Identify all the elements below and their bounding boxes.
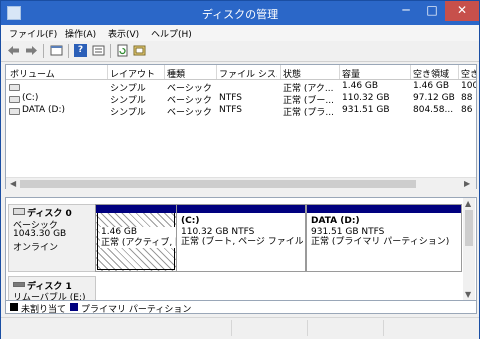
toolbar-separator	[68, 44, 69, 58]
partition-c[interactable]: (C:) 110.32 GB NTFS 正常 (ブート, ページ ファイル, ク	[176, 204, 306, 272]
volume-list[interactable]: ボリューム レイアウト 種類 ファイル シス... 状態 容量 空き領域 空き …	[5, 64, 477, 190]
pane-splitter[interactable]	[1, 189, 479, 197]
volume-status: 正常 (プラ...	[283, 108, 334, 118]
partition-system-reserved[interactable]: 1.46 GB 正常 (アクティブ, 回	[95, 204, 186, 272]
removable-disk-icon	[13, 282, 25, 287]
menu-action[interactable]: 操作(A)	[65, 27, 96, 40]
column-header-status[interactable]: 状態	[283, 67, 337, 80]
legend: 未割り当て プライマリ パーティション	[5, 300, 477, 315]
help-icon[interactable]: ?	[74, 44, 87, 57]
menu-file[interactable]: ファイル(F)	[9, 27, 57, 40]
status-bar	[1, 317, 479, 339]
disk-graphical-view: ディスク 0 ベーシック 1043.30 GB オンライン 1.46 GB 正常…	[5, 197, 477, 303]
disk-icon	[13, 208, 25, 215]
scroll-thumb[interactable]	[465, 210, 473, 246]
refresh-icon[interactable]	[116, 44, 129, 57]
partition-size: 1.46 GB	[101, 227, 138, 237]
scroll-right-icon[interactable]: ▶	[464, 179, 470, 188]
menu-bar: ファイル(F) 操作(A) 表示(V) ヘルプ(H)	[1, 25, 479, 41]
partition-size: 931.51 GB NTFS	[311, 226, 385, 237]
disk-0-state: オンライン	[13, 243, 59, 253]
toolbar-separator	[43, 44, 44, 58]
title-bar: ディスクの管理 ─ □ ✕	[1, 1, 479, 25]
table-row[interactable]: (C:) シンプル ベーシック NTFS 正常 (ブー... 110.32 GB…	[6, 93, 476, 106]
volume-capacity: 110.32 GB	[342, 93, 390, 103]
unallocated-swatch	[10, 303, 18, 311]
volume-free-space: 804.58...	[413, 105, 454, 115]
back-icon[interactable]	[7, 44, 20, 57]
partition-d[interactable]: DATA (D:) 931.51 GB NTFS 正常 (プライマリ パーティシ…	[306, 204, 462, 272]
column-header-layout[interactable]: レイアウト	[110, 67, 162, 80]
volume-free-space: 1.46 GB	[413, 81, 450, 91]
scroll-left-icon[interactable]: ◀	[10, 179, 16, 188]
disk-management-window: ディスクの管理 ─ □ ✕ ファイル(F) 操作(A) 表示(V) ヘルプ(H)…	[0, 0, 480, 339]
partition-status: 正常 (プライマリ パーティション)	[311, 237, 450, 247]
volume-free-percent: 88	[461, 93, 473, 103]
volume-free-percent: 86	[461, 105, 473, 115]
partition-label: (C:)	[181, 216, 200, 226]
volume-layout: シンプル	[110, 108, 146, 118]
disk-1-info[interactable]: ディスク 1 リムーバブル (E:)	[8, 276, 96, 302]
minimize-button[interactable]: ─	[393, 1, 419, 21]
status-cell	[383, 320, 478, 336]
drive-icon	[9, 108, 20, 115]
scroll-up-icon[interactable]: ▲	[465, 199, 471, 208]
disk-0-size: 1043.30 GB	[13, 229, 67, 239]
disk-0-info[interactable]: ディスク 0 ベーシック 1043.30 GB オンライン	[8, 204, 96, 272]
volume-free-space: 97.12 GB	[413, 93, 455, 103]
legend-primary-partition: プライマリ パーティション	[81, 305, 192, 315]
column-header-volume[interactable]: ボリューム	[10, 67, 106, 80]
volume-filesystem: NTFS	[219, 105, 242, 115]
partition-size: 110.32 GB NTFS	[181, 226, 255, 237]
view-icon[interactable]	[50, 44, 63, 57]
primary-partition-swatch	[70, 303, 78, 311]
maximize-button[interactable]: □	[419, 1, 445, 21]
volume-filesystem: NTFS	[219, 93, 242, 103]
scroll-thumb[interactable]	[20, 180, 416, 188]
table-row[interactable]: シンプル ベーシック 正常 (アク... 1.46 GB 1.46 GB 100	[6, 81, 476, 94]
status-cell	[231, 320, 308, 336]
drive-icon	[9, 84, 20, 91]
drive-icon	[9, 96, 20, 103]
volume-name: DATA (D:)	[22, 105, 66, 115]
status-cell	[307, 320, 384, 336]
toolbar-separator	[110, 44, 111, 58]
close-button[interactable]: ✕	[445, 1, 479, 21]
volume-name: (C:)	[22, 93, 39, 103]
table-row[interactable]: DATA (D:) シンプル ベーシック NTFS 正常 (プラ... 931.…	[6, 105, 476, 118]
menu-help[interactable]: ヘルプ(H)	[151, 27, 192, 40]
partition-status: 正常 (ブート, ページ ファイル, ク	[181, 237, 303, 247]
properties-icon[interactable]	[92, 44, 105, 57]
partition-status: 正常 (アクティブ, 回	[101, 237, 185, 248]
volume-type: ベーシック	[167, 108, 212, 118]
menu-view[interactable]: 表示(V)	[108, 27, 139, 40]
forward-icon[interactable]	[25, 44, 38, 57]
partition-label: DATA (D:)	[311, 216, 360, 226]
toolbar: ?	[1, 41, 479, 62]
settings-icon[interactable]	[133, 44, 146, 57]
column-header-type[interactable]: 種類	[167, 67, 215, 80]
column-header-filesystem[interactable]: ファイル シス...	[219, 67, 277, 80]
column-header-free-percent[interactable]: 空き	[461, 67, 476, 80]
legend-unallocated: 未割り当て	[21, 305, 67, 315]
scroll-down-icon[interactable]: ▼	[465, 290, 471, 299]
volume-capacity: 931.51 GB	[342, 105, 390, 115]
volume-capacity: 1.46 GB	[342, 81, 379, 91]
volume-free-percent: 100	[461, 81, 476, 91]
volume-list-header: ボリューム レイアウト 種類 ファイル シス... 状態 容量 空き領域 空き	[6, 65, 476, 80]
vertical-scrollbar[interactable]: ▲ ▼	[463, 198, 475, 302]
column-header-capacity[interactable]: 容量	[342, 67, 406, 80]
column-header-free-space[interactable]: 空き領域	[413, 67, 457, 80]
